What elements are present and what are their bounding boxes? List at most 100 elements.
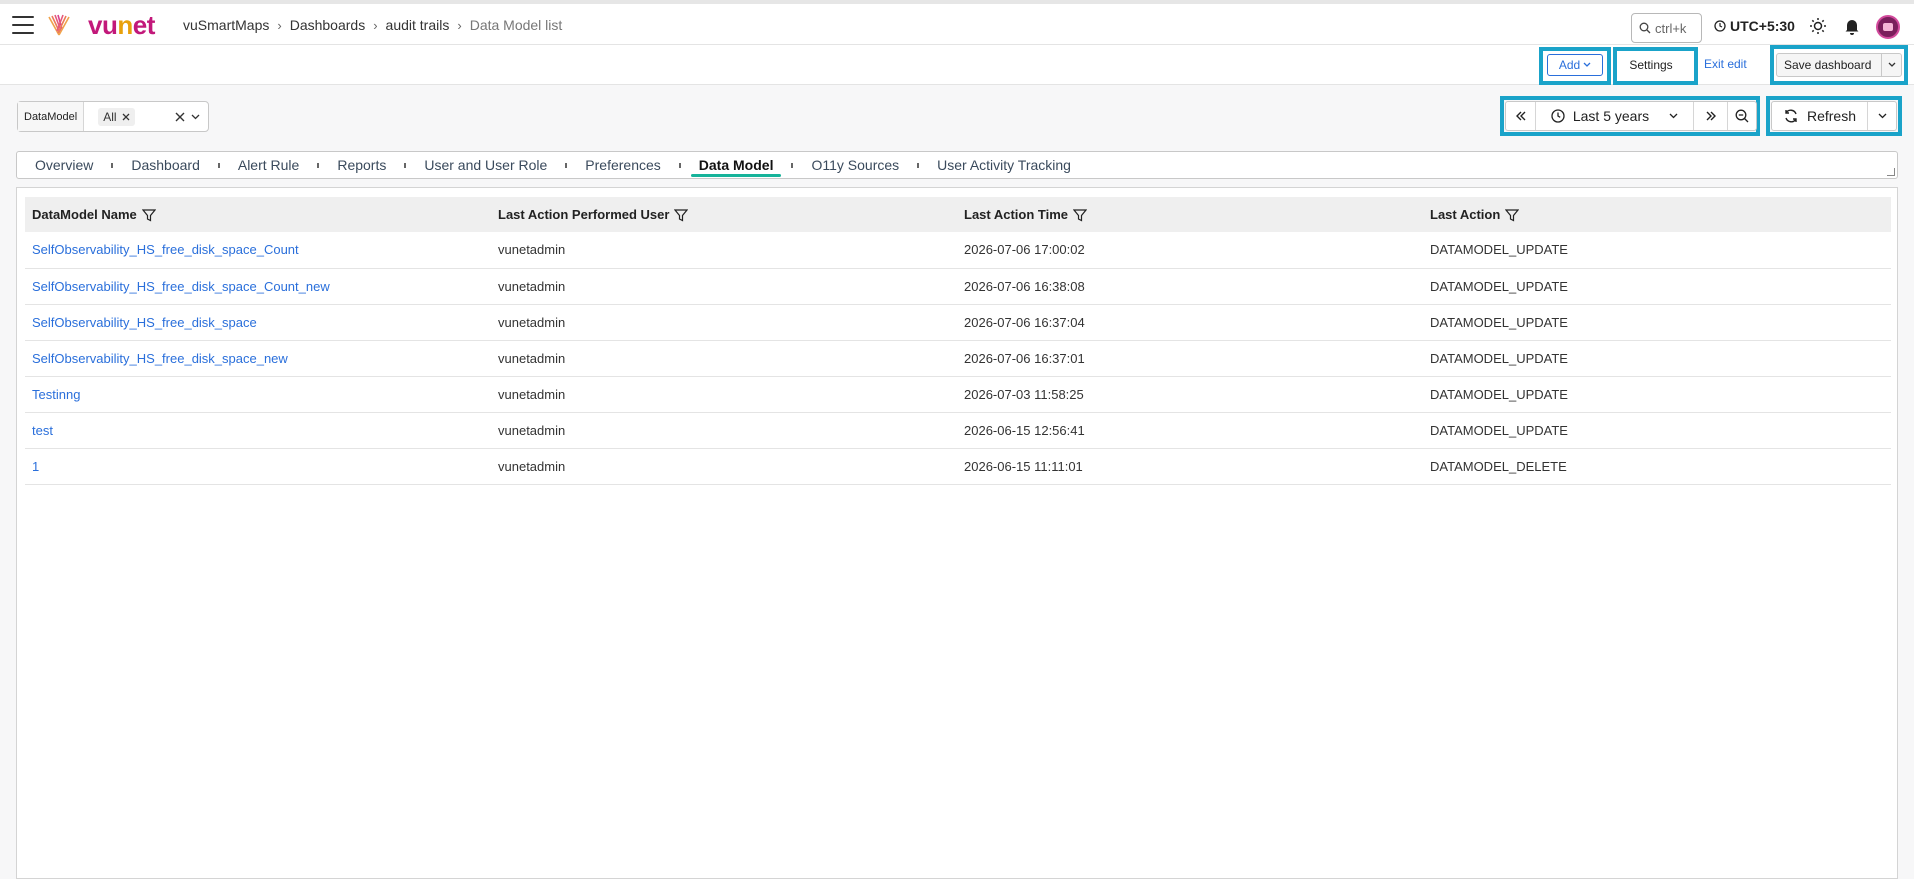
breadcrumb-item-home[interactable]: vuSmartMaps bbox=[183, 17, 269, 33]
tab-data-model[interactable]: Data Model bbox=[681, 152, 792, 178]
tab-dashboard[interactable]: Dashboard bbox=[113, 152, 218, 178]
tab-reports[interactable]: Reports bbox=[319, 152, 404, 178]
column-header-label: Last Action Time bbox=[964, 206, 1069, 222]
breadcrumb-item-audit-trails[interactable]: audit trails bbox=[386, 17, 450, 33]
table-header-row: DataModel Name Last Action Performed Use… bbox=[25, 197, 1891, 232]
chevron-down-icon bbox=[1583, 62, 1591, 67]
datamodel-name-link[interactable]: test bbox=[25, 412, 491, 448]
breadcrumb: vuSmartMaps › Dashboards › audit trails … bbox=[183, 17, 562, 33]
chevron-right-icon: › bbox=[457, 17, 462, 33]
shift-forward-icon[interactable] bbox=[1694, 102, 1728, 130]
table-row: SelfObservability_HS_free_disk_space_Cou… bbox=[25, 232, 1891, 268]
filter-key-label: DataModel bbox=[18, 102, 85, 131]
breadcrumb-item-current: Data Model list bbox=[469, 17, 563, 33]
user-cell: vunetadmin bbox=[498, 422, 566, 438]
tab-alert-rule[interactable]: Alert Rule bbox=[220, 152, 317, 178]
datamodel-filter[interactable]: DataModel All bbox=[17, 101, 209, 132]
column-header-label: DataModel Name bbox=[32, 206, 137, 222]
filter-icon[interactable] bbox=[141, 209, 156, 222]
search-placeholder: ctrl+k bbox=[1655, 20, 1687, 36]
datamodel-name-link[interactable]: SelfObservability_HS_free_disk_space_Cou… bbox=[25, 268, 491, 304]
save-dropdown-chevron-icon[interactable] bbox=[1881, 54, 1901, 76]
time-cell: 2026-07-06 16:37:04 bbox=[964, 314, 1085, 330]
tab-bar: Overview Dashboard Alert Rule Reports Us… bbox=[16, 151, 1898, 179]
theme-toggle-sun-icon[interactable] bbox=[1808, 16, 1828, 36]
chevron-down-icon[interactable] bbox=[191, 114, 200, 120]
shift-back-icon[interactable] bbox=[1506, 102, 1536, 130]
time-range-picker: Last 5 years bbox=[1505, 101, 1757, 131]
menu-icon[interactable] bbox=[12, 16, 34, 34]
clear-filter-icon[interactable] bbox=[175, 112, 185, 122]
filter-chip-label: All bbox=[103, 109, 117, 124]
tab-preferences[interactable]: Preferences bbox=[567, 152, 678, 178]
column-header-last-action[interactable]: Last Action bbox=[1423, 197, 1891, 232]
column-header-label: Last Action bbox=[1430, 206, 1501, 222]
timezone-selector[interactable]: UTC+5:30 bbox=[1714, 18, 1795, 34]
notification-bell-icon[interactable] bbox=[1842, 16, 1862, 36]
add-button-label: Add bbox=[1558, 58, 1581, 72]
refresh-control: Refresh bbox=[1771, 101, 1897, 131]
user-cell: vunetadmin bbox=[498, 278, 566, 294]
user-cell: vunetadmin bbox=[498, 242, 566, 258]
time-cell: 2026-07-06 16:38:08 bbox=[964, 278, 1085, 294]
datamodel-name-link[interactable]: SelfObservability_HS_free_disk_space bbox=[25, 304, 491, 340]
action-cell: DATAMODEL_UPDATE bbox=[1430, 422, 1568, 438]
save-dashboard-button[interactable]: Save dashboard bbox=[1776, 53, 1902, 77]
tab-o11y-sources[interactable]: O11y Sources bbox=[793, 152, 917, 178]
save-dashboard-label: Save dashboard bbox=[1784, 58, 1872, 72]
time-cell: 2026-07-06 17:00:02 bbox=[964, 242, 1085, 258]
search-input[interactable]: ctrl+k bbox=[1631, 13, 1702, 43]
action-cell: DATAMODEL_UPDATE bbox=[1430, 278, 1568, 294]
column-header-datamodel-name[interactable]: DataModel Name bbox=[25, 197, 491, 232]
action-cell: DATAMODEL_UPDATE bbox=[1430, 350, 1568, 366]
data-model-panel: DataModel Name Last Action Performed Use… bbox=[16, 187, 1898, 879]
datamodel-name-link[interactable]: SelfObservability_HS_free_disk_space_Cou… bbox=[25, 232, 491, 268]
exit-edit-button[interactable]: Exit edit bbox=[1704, 57, 1747, 71]
add-button[interactable]: Add bbox=[1547, 54, 1603, 76]
filter-chip: All bbox=[98, 107, 135, 126]
chevron-down-icon bbox=[1669, 113, 1678, 119]
refresh-interval-chevron-icon[interactable] bbox=[1868, 113, 1896, 119]
datamodel-name-link[interactable]: Testinng bbox=[25, 376, 491, 412]
clock-icon bbox=[1714, 20, 1726, 32]
refresh-button[interactable]: Refresh bbox=[1772, 102, 1868, 130]
time-cell: 2026-07-06 16:37:01 bbox=[964, 350, 1085, 366]
vunet-logo-icon bbox=[48, 14, 70, 36]
tab-overview[interactable]: Overview bbox=[17, 152, 111, 178]
user-cell: vunetadmin bbox=[498, 386, 566, 402]
timezone-label: UTC+5:30 bbox=[1730, 18, 1795, 34]
time-range-dropdown[interactable]: Last 5 years bbox=[1536, 102, 1694, 130]
zoom-out-icon[interactable] bbox=[1728, 102, 1756, 130]
table-row: SelfObservability_HS_free_disk_space vun… bbox=[25, 304, 1891, 340]
brand-text-vu: vu bbox=[88, 10, 118, 40]
settings-button[interactable]: Settings bbox=[1617, 54, 1685, 76]
datamodel-name-link[interactable]: 1 bbox=[25, 448, 491, 484]
column-header-label: Last Action Performed User bbox=[498, 206, 670, 222]
action-cell: DATAMODEL_DELETE bbox=[1430, 458, 1567, 474]
breadcrumb-item-dashboards[interactable]: Dashboards bbox=[290, 17, 366, 33]
resize-handle-icon[interactable] bbox=[1887, 168, 1895, 176]
column-header-last-action-user[interactable]: Last Action Performed User bbox=[491, 197, 957, 232]
datamodel-name-link[interactable]: SelfObservability_HS_free_disk_space_new bbox=[25, 340, 491, 376]
refresh-label: Refresh bbox=[1806, 108, 1857, 124]
data-model-table: DataModel Name Last Action Performed Use… bbox=[25, 197, 1891, 485]
filter-icon[interactable] bbox=[1505, 209, 1520, 222]
time-cell: 2026-07-03 11:58:25 bbox=[964, 386, 1084, 402]
time-range-label: Last 5 years bbox=[1572, 108, 1650, 124]
user-cell: vunetadmin bbox=[498, 350, 566, 366]
user-avatar[interactable] bbox=[1876, 15, 1900, 39]
user-cell: vunetadmin bbox=[498, 314, 566, 330]
table-row: Testinng vunetadmin 2026-07-03 11:58:25 … bbox=[25, 376, 1891, 412]
tab-user-and-user-role[interactable]: User and User Role bbox=[406, 152, 565, 178]
tab-user-activity-tracking[interactable]: User Activity Tracking bbox=[919, 152, 1089, 178]
top-bar: vunet vuSmartMaps › Dashboards › audit t… bbox=[0, 0, 1914, 45]
chevron-right-icon: › bbox=[373, 17, 378, 33]
filter-icon[interactable] bbox=[1073, 209, 1088, 222]
chip-remove-icon[interactable] bbox=[122, 113, 130, 121]
column-header-last-action-time[interactable]: Last Action Time bbox=[957, 197, 1423, 232]
clock-icon bbox=[1551, 109, 1565, 123]
filter-icon[interactable] bbox=[674, 209, 689, 222]
action-cell: DATAMODEL_UPDATE bbox=[1430, 314, 1568, 330]
user-cell: vunetadmin bbox=[498, 458, 566, 474]
refresh-icon bbox=[1785, 109, 1797, 123]
